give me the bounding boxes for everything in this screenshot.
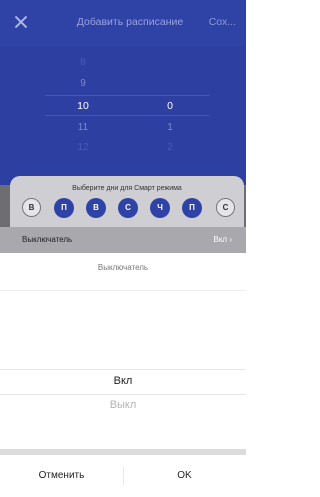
hour-option[interactable]: 12 [63,142,103,153]
hour-option[interactable]: 11 [63,122,103,133]
sheet-title: Выключатель [97,263,149,272]
save-button[interactable]: Сох... [209,16,236,28]
day-selector: В П В С Ч П С [22,198,244,222]
sheet-divider [0,449,246,455]
switch-value-text: Вкл [213,235,228,244]
day-toggle-thursday[interactable]: Ч [150,198,170,218]
cancel-button[interactable]: Отменить [0,463,123,489]
switch-value: Вкл › [214,235,233,244]
day-toggle-saturday[interactable]: С [216,198,235,217]
day-toggle-wednesday[interactable]: С [118,198,138,218]
switch-label: Выключатель [22,235,73,244]
picker-highlight-bottom [45,115,210,116]
divider [0,290,246,291]
option-on[interactable]: Вкл [0,375,246,387]
day-toggle-sunday[interactable]: В [22,198,41,217]
chevron-right-icon: › [229,235,232,244]
ok-button[interactable]: OK [123,463,246,489]
switch-row[interactable]: Выключатель Вкл › [0,227,246,253]
hour-option[interactable]: 9 [63,78,103,89]
minute-selected[interactable]: 0 [150,100,190,112]
action-sheet: Выключатель Вкл Выкл Отменить OK [0,253,246,497]
day-toggle-friday[interactable]: П [182,198,202,218]
day-toggle-monday[interactable]: П [54,198,74,218]
hour-option[interactable]: 8 [63,57,103,68]
picker-highlight-top [45,95,210,96]
option-off[interactable]: Выкл [0,399,246,411]
schedule-background: Добавить расписание Сох... 8 9 10 11 12 … [0,0,246,185]
day-toggle-tuesday[interactable]: В [86,198,106,218]
page-title: Добавить расписание [76,16,184,28]
header-bar: Добавить расписание Сох... [0,0,246,46]
minute-option[interactable]: 2 [150,142,190,153]
minute-option[interactable]: 1 [150,122,190,133]
selection-line-bottom [0,394,246,395]
close-icon[interactable] [14,15,28,29]
smart-mode-title: Выберите дни для Смарт режима [72,185,182,192]
selection-line-top [0,369,246,370]
hour-selected[interactable]: 10 [63,100,103,112]
